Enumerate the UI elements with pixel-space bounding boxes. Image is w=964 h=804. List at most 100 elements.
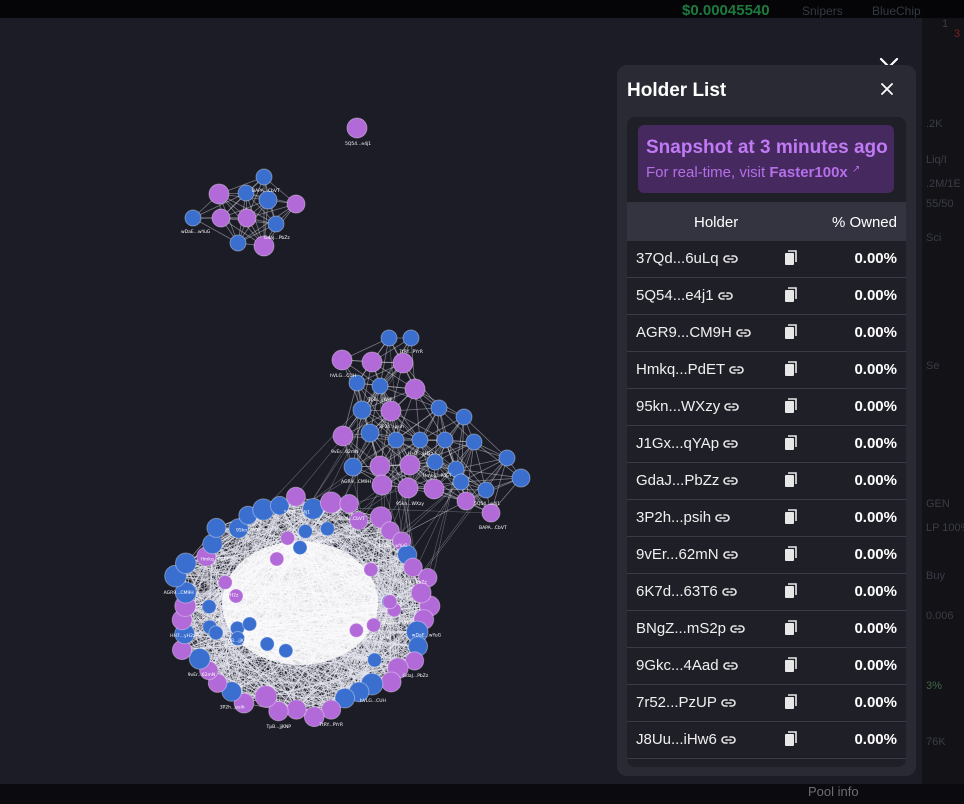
holder-bubble-blue[interactable] (411, 431, 429, 449)
holder-address[interactable]: 9Gkc...4Aad (636, 657, 738, 674)
holder-bubble-blue[interactable] (498, 449, 516, 467)
holder-bubble-blue[interactable] (184, 209, 202, 227)
holder-bubble-blue[interactable] (206, 517, 227, 538)
copy-icon[interactable] (784, 546, 798, 562)
holder-bubble-blue[interactable] (201, 599, 217, 615)
holder-bubble-blue[interactable] (477, 481, 495, 499)
node-label: hVLG...CUH (330, 373, 356, 379)
holder-address[interactable]: AGR9...CM9H (636, 324, 751, 341)
holder-bubble-blue[interactable] (208, 625, 224, 641)
holder-bubble-purple[interactable] (399, 454, 421, 476)
holder-bubble-blue[interactable] (352, 400, 372, 420)
holder-bubble-blue[interactable] (319, 521, 335, 537)
holder-bubble-blue[interactable] (292, 540, 308, 556)
holder-bubble-purple[interactable] (369, 455, 391, 477)
holder-bubble-blue[interactable] (455, 408, 473, 426)
copy-icon[interactable] (784, 287, 798, 303)
holder-bubble-blue[interactable] (436, 431, 454, 449)
holder-bubble-purple[interactable] (423, 478, 445, 500)
holder-bubble-purple[interactable] (286, 194, 306, 214)
holder-bubble-purple[interactable] (339, 494, 359, 514)
owned-percent: 0.00% (854, 731, 897, 748)
copy-icon[interactable] (784, 435, 798, 451)
holder-address[interactable]: J1Gx...qYAp (636, 435, 738, 452)
holder-bubble-blue[interactable] (267, 215, 285, 233)
link-icon (721, 699, 736, 707)
holder-bubble-purple[interactable] (397, 477, 419, 499)
holder-address-text: 7r52...PzUP (636, 694, 717, 711)
holder-address[interactable]: 37Qd...6uLq (636, 250, 738, 267)
holder-address[interactable]: 7r52...PzUP (636, 694, 736, 711)
holder-network-graph[interactable]: 5Q54...e4j1 BAPA...CbVT wDaE...wYuG GdaJ...… (0, 18, 620, 784)
copy-icon[interactable] (784, 657, 798, 673)
holder-address[interactable]: 9vEr...62mN (636, 546, 738, 563)
holder-bubble-blue[interactable] (297, 523, 313, 539)
holder-bubble-blue[interactable] (465, 433, 483, 451)
holder-bubble-purple[interactable] (254, 685, 278, 708)
holder-bubble-blue[interactable] (255, 168, 273, 186)
holder-bubble-blue[interactable] (387, 431, 405, 449)
holder-bubble-purple[interactable] (456, 491, 476, 511)
copy-icon[interactable] (784, 472, 798, 488)
holder-bubble-blue[interactable] (360, 423, 380, 443)
copy-icon[interactable] (784, 361, 798, 377)
holder-bubble-purple[interactable] (237, 208, 257, 228)
holder-bubble-blue[interactable] (188, 647, 211, 670)
copy-icon[interactable] (784, 509, 798, 525)
holder-bubble-blue[interactable] (175, 552, 197, 575)
holder-bubble-blue[interactable] (380, 329, 398, 347)
holder-bubble-purple[interactable] (280, 530, 296, 546)
holder-bubble-blue[interactable] (371, 377, 389, 395)
holder-bubble-blue[interactable] (402, 329, 420, 347)
holder-bubble-blue[interactable] (430, 399, 448, 417)
node-label: 9vEr...62mN (331, 449, 359, 455)
holder-address[interactable]: 3P2h...psih (636, 509, 730, 526)
holder-address[interactable]: J8Uu...iHw6 (636, 731, 736, 748)
holder-bubble-purple[interactable] (331, 349, 353, 371)
copy-icon[interactable] (784, 250, 798, 266)
holder-address[interactable]: 6K7d...63T6 (636, 583, 737, 600)
holder-bubble-purple[interactable] (371, 474, 393, 496)
holder-bubble-blue[interactable] (242, 616, 258, 632)
close-panel-icon[interactable] (879, 81, 895, 97)
copy-icon[interactable] (784, 398, 798, 414)
pool-info-tab[interactable]: Pool info (808, 784, 859, 799)
holder-bubble-purple[interactable] (380, 671, 402, 693)
faster100x-link[interactable]: Faster100x (769, 164, 847, 181)
holder-bubble-purple[interactable] (380, 400, 402, 422)
holder-bubble-purple[interactable] (346, 117, 368, 139)
holder-bubble-blue[interactable] (229, 234, 247, 252)
holder-bubble-purple[interactable] (392, 352, 414, 374)
holder-bubble-purple[interactable] (332, 425, 354, 447)
holder-bubble-blue[interactable] (278, 643, 294, 659)
holder-bubble-purple[interactable] (208, 183, 230, 205)
holder-bubble-blue[interactable] (259, 636, 275, 652)
holder-bubble-purple[interactable] (363, 562, 379, 578)
holder-bubble-purple[interactable] (319, 491, 343, 514)
background-link-bluechip: BlueChip (872, 4, 921, 18)
holder-bubble-purple[interactable] (382, 594, 398, 610)
holder-bubble-purple[interactable] (361, 351, 383, 373)
holder-bubble-purple[interactable] (217, 574, 233, 590)
holder-bubble-purple[interactable] (285, 486, 306, 507)
copy-icon[interactable] (784, 583, 798, 599)
holder-address[interactable]: 95kn...WXzy (636, 398, 739, 415)
holder-address[interactable]: Hmkq...PdET (636, 361, 744, 378)
copy-icon[interactable] (784, 694, 798, 710)
holder-bubble-blue[interactable] (367, 652, 383, 668)
holder-bubble-purple[interactable] (286, 699, 307, 720)
copy-icon[interactable] (784, 620, 798, 636)
holder-bubble-purple[interactable] (269, 551, 285, 567)
holder-bubble-blue[interactable] (452, 473, 470, 491)
holder-address[interactable]: 5Q54...e4j1 (636, 287, 733, 304)
holder-bubble-blue[interactable] (343, 457, 363, 477)
holder-address[interactable]: BNgZ...mS2p (636, 620, 745, 637)
holder-bubble-purple[interactable] (211, 208, 231, 228)
holder-bubble-blue[interactable] (511, 468, 531, 488)
copy-icon[interactable] (784, 324, 798, 340)
copy-icon[interactable] (784, 731, 798, 747)
holder-bubble-purple[interactable] (366, 617, 382, 633)
holder-address[interactable]: GdaJ...PbZz (636, 472, 739, 489)
holder-bubble-purple[interactable] (404, 378, 426, 400)
holder-bubble-purple[interactable] (410, 582, 432, 604)
